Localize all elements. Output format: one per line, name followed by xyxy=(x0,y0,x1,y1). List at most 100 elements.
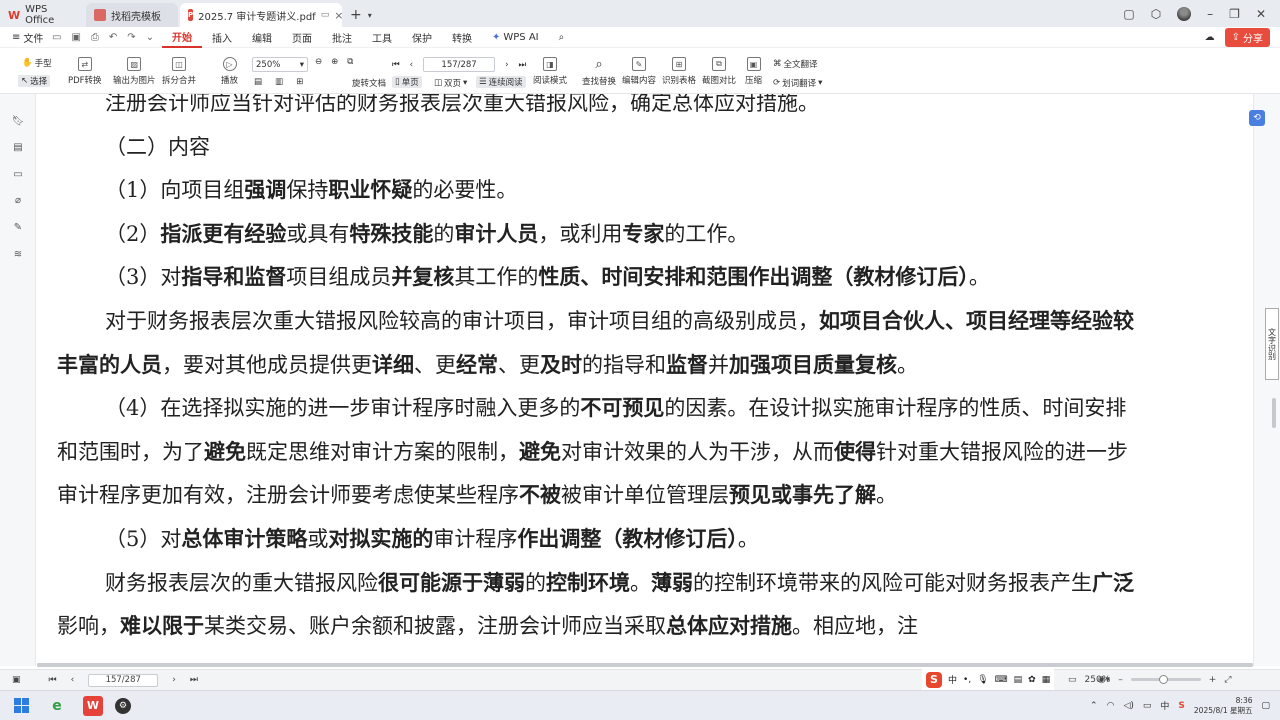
sidebar-toggle-icon[interactable]: ▣ xyxy=(12,675,21,685)
windows-start-icon[interactable] xyxy=(14,698,29,713)
zoom-field[interactable]: 250% ▾ xyxy=(252,57,308,72)
open-icon[interactable]: ▭ xyxy=(52,32,61,43)
bookmark-icon[interactable]: 🔖︎ xyxy=(12,115,25,127)
screenshot-compare-button[interactable]: ⧉ 截图对比 xyxy=(702,57,736,86)
fit-icon[interactable]: ▭ xyxy=(1068,675,1077,685)
sogou-ime-icon[interactable]: S xyxy=(926,671,942,688)
chevron-down-icon[interactable]: ▾ xyxy=(368,11,372,20)
maximize-icon[interactable]: ❐ xyxy=(1229,7,1240,21)
menu-item-annotate[interactable]: 批注 xyxy=(322,27,362,48)
cloud-icon[interactable]: ☁ xyxy=(1205,32,1215,43)
print-icon[interactable]: ⎙ xyxy=(91,32,99,43)
compress-button[interactable]: ▣ 压缩 xyxy=(745,57,762,86)
notification-icon[interactable]: ▢ xyxy=(1261,701,1270,711)
cube-icon[interactable]: ⬡ xyxy=(1151,7,1161,21)
fit-page-icon[interactable]: ▤ xyxy=(254,77,262,87)
menu-item-page[interactable]: 页面 xyxy=(282,27,322,48)
first-page-icon[interactable]: ⏮ xyxy=(392,60,400,70)
microphone-icon[interactable]: 🎙︎ xyxy=(977,675,988,685)
play-button[interactable]: ▷ 播放 xyxy=(221,57,238,86)
select-tool-button[interactable]: ↖ 选择 xyxy=(18,75,51,87)
actual-size-icon[interactable]: ⊞ xyxy=(296,77,303,87)
ime-tray-icon[interactable]: 中 xyxy=(1160,699,1169,712)
app-taskbar-icon[interactable]: ⚙ xyxy=(115,697,131,714)
tray-expand-icon[interactable]: ⌃ xyxy=(1090,701,1098,711)
double-page-button[interactable]: ◫ 双页 ▾ xyxy=(434,77,467,89)
battery-icon[interactable]: ▭ xyxy=(1143,701,1152,711)
tray-s-icon[interactable]: S xyxy=(1178,701,1184,711)
read-mode-button[interactable]: ◨ 阅读模式 xyxy=(533,57,567,86)
next-page-icon[interactable]: › xyxy=(172,675,176,685)
prev-page-icon[interactable]: ‹ xyxy=(71,675,75,685)
toolbox-icon[interactable]: ▦ xyxy=(1042,675,1051,685)
close-window-icon[interactable]: ✕ xyxy=(1256,7,1266,21)
horizontal-scrollbar[interactable] xyxy=(37,663,1253,667)
find-replace-button[interactable]: ⌕ 查找替换 xyxy=(582,57,616,87)
menu-item-edit[interactable]: 编辑 xyxy=(242,27,282,48)
ime-language[interactable]: 中 xyxy=(948,673,957,686)
share-button[interactable]: ⇪ 分享 xyxy=(1224,27,1270,47)
status-page-input[interactable]: 157/287 xyxy=(88,673,159,687)
assistant-float-icon[interactable]: ⟲ xyxy=(1249,110,1265,126)
fit-width-icon[interactable]: ▥ xyxy=(275,77,283,87)
network-icon[interactable]: ◠ xyxy=(1107,701,1115,711)
recognize-table-button[interactable]: ⊞ 识别表格 xyxy=(662,57,696,86)
zoom-in-icon[interactable]: + xyxy=(1209,675,1217,685)
clock[interactable]: 8:36 2025/8/1 星期五 xyxy=(1194,696,1253,716)
new-tab-button[interactable]: + ▾ xyxy=(342,3,380,27)
last-page-icon[interactable]: ⏭ xyxy=(190,675,198,685)
file-menu[interactable]: ≡ 文件 xyxy=(0,30,52,45)
copy-icon[interactable]: ⧉ xyxy=(347,57,353,67)
continuous-read-button[interactable]: ☰ 连续阅读 xyxy=(476,76,526,88)
attachment-icon[interactable]: ⌀ xyxy=(12,194,24,206)
signature-icon[interactable]: ✎ xyxy=(12,221,24,233)
volume-icon[interactable]: ◁) xyxy=(1123,701,1133,711)
vertical-scrollbar[interactable] xyxy=(1272,398,1276,428)
avatar[interactable] xyxy=(1177,6,1192,21)
zoom-out-icon[interactable]: ⊖ xyxy=(315,57,322,67)
menu-item-start[interactable]: 开始 xyxy=(162,27,202,48)
menu-item-convert[interactable]: 转换 xyxy=(442,27,482,48)
wps-taskbar-icon[interactable]: W xyxy=(83,695,103,716)
zoom-select[interactable]: 250% ▾ xyxy=(252,57,308,72)
layers-icon[interactable]: ≋ xyxy=(12,248,24,260)
rotate-document-button[interactable]: 旋转文档 xyxy=(352,77,386,89)
tab-wps-home[interactable]: W WPS Office xyxy=(0,3,84,27)
menu-item-wps-ai[interactable]: ✦ WPS AI xyxy=(482,27,549,48)
status-zoom-value[interactable]: 250% xyxy=(1085,675,1111,685)
clipboard-icon[interactable]: ▤ xyxy=(1014,675,1023,685)
edit-content-button[interactable]: ✎ 编辑内容 xyxy=(622,57,656,86)
tab-pdf-document[interactable]: P 2025.7 审计专题讲义.pdf ▭ × xyxy=(180,3,343,27)
menu-item-tools[interactable]: 工具 xyxy=(362,27,402,48)
document-view[interactable]: 注册会计师应当针对评估的财务报表层次重大错报风险，确定总体应对措施。 （二）内容… xyxy=(37,94,1253,666)
menu-item-protect[interactable]: 保护 xyxy=(402,27,442,48)
last-page-icon[interactable]: ⏭ xyxy=(518,60,526,70)
pdf-convert-button[interactable]: ⇄ PDF转换 xyxy=(68,57,102,86)
restore-tabs-icon[interactable]: ▢ xyxy=(1123,7,1134,21)
skin-icon[interactable]: ✿ xyxy=(1028,675,1036,685)
single-page-button[interactable]: ▯ 单页 xyxy=(392,76,422,88)
fullscreen-icon[interactable]: ⤢ xyxy=(1224,675,1231,685)
split-merge-button[interactable]: ◫ 拆分合并 xyxy=(162,57,196,86)
tab-template[interactable]: 找稻壳模板 xyxy=(86,3,178,27)
redo-icon[interactable]: ↷ xyxy=(127,32,135,43)
full-translate-button[interactable]: ⌘ 全文翻译 xyxy=(773,58,818,70)
export-image-button[interactable]: ▨ 输出为图片 xyxy=(113,57,156,86)
zoom-slider[interactable] xyxy=(1130,675,1201,684)
first-page-icon[interactable]: ⏮ xyxy=(49,675,57,685)
zoom-out-icon[interactable]: – xyxy=(1118,675,1123,685)
page-number-input[interactable]: 157/287 xyxy=(423,57,496,72)
next-page-icon[interactable]: › xyxy=(505,60,508,70)
browser-icon[interactable]: e xyxy=(47,696,67,716)
ocr-side-tab[interactable]: 文字识别 xyxy=(1265,308,1279,380)
word-translate-button[interactable]: ⟳ 划词翻译 ▾ xyxy=(773,77,822,89)
comment-icon[interactable]: ▭ xyxy=(12,168,24,180)
keyboard-icon[interactable]: ⌨ xyxy=(995,675,1008,685)
chevron-down-icon[interactable]: ⌄ xyxy=(146,32,154,43)
zoom-in-icon[interactable]: ⊕ xyxy=(331,57,338,67)
hand-tool-button[interactable]: ✋ 手型 xyxy=(22,57,52,69)
save-icon[interactable]: ▣ xyxy=(71,32,80,43)
punctuation-icon[interactable]: •, xyxy=(963,675,971,685)
undo-icon[interactable]: ↶ xyxy=(109,32,117,43)
zoom-slider-knob[interactable] xyxy=(1158,675,1168,684)
